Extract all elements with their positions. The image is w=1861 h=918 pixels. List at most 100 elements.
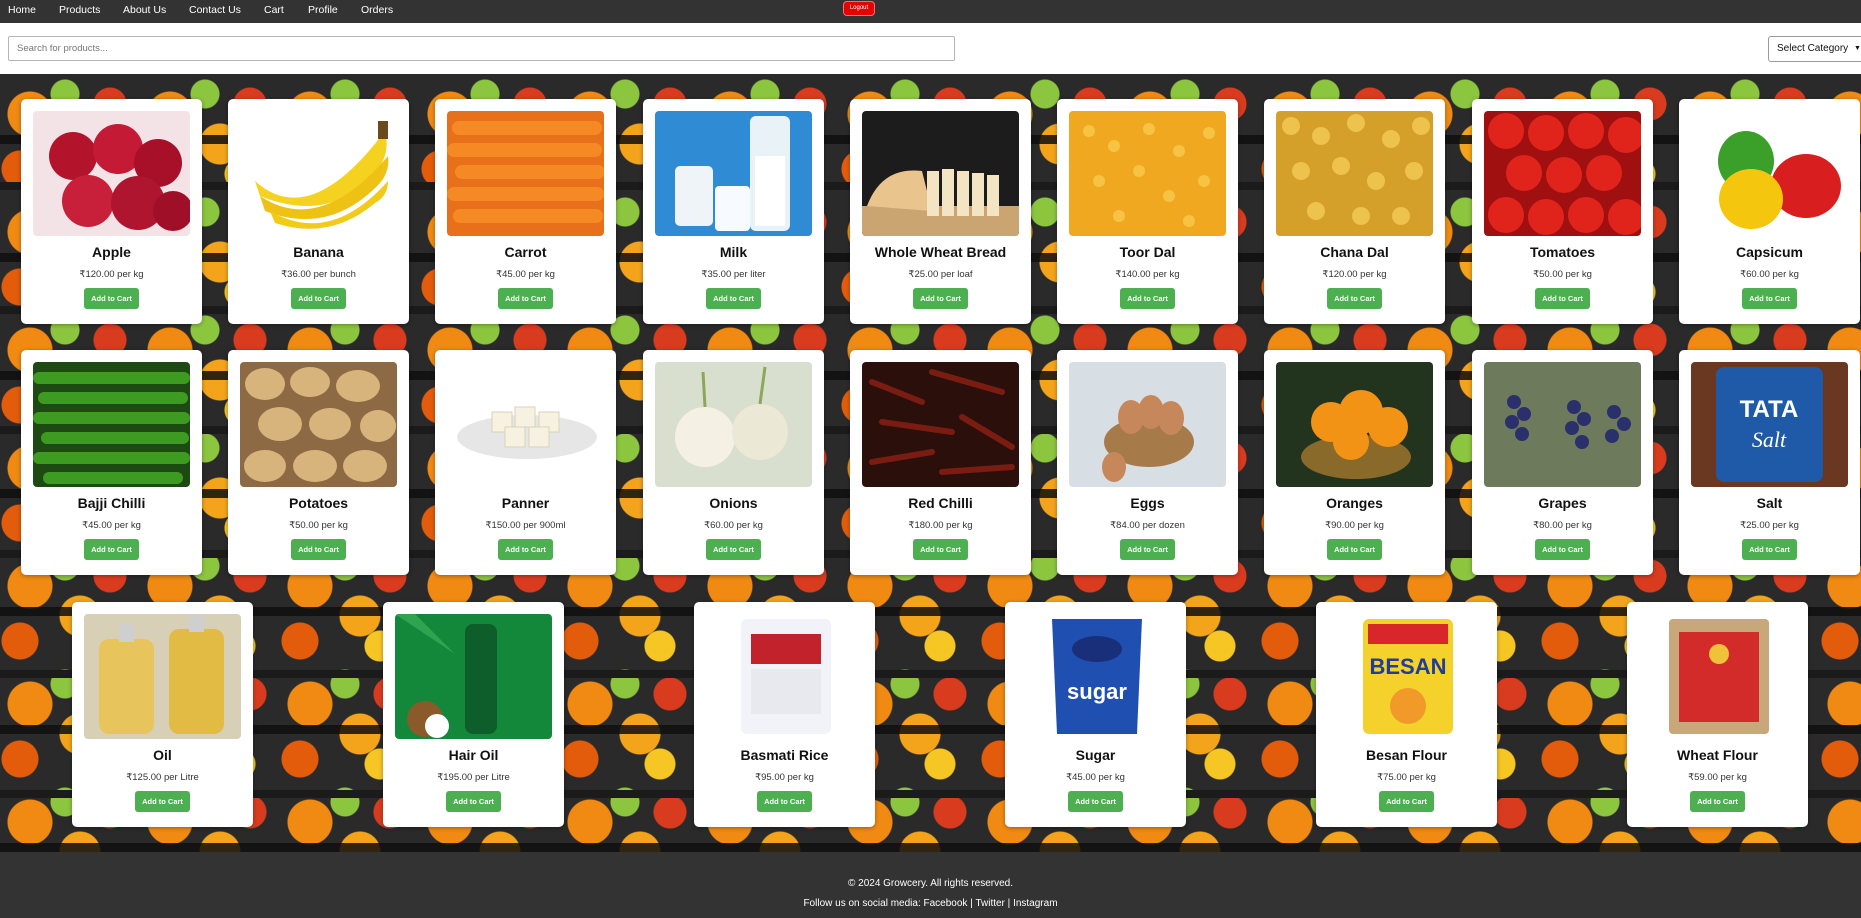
capsicum-image [1691, 111, 1848, 236]
nav-home-link[interactable]: Home [8, 4, 36, 17]
product-card: Wheat Flour ₹59.00 per kg Add to Cart [1627, 602, 1808, 827]
product-card: Grapes ₹80.00 per kg Add to Cart [1472, 350, 1653, 575]
nav-contact-link[interactable]: Contact Us [189, 4, 241, 17]
product-price: ₹140.00 per kg [1115, 269, 1180, 280]
product-card: Bajji Chilli ₹45.00 per kg Add to Cart [21, 350, 202, 575]
product-price: ₹75.00 per kg [1377, 772, 1436, 783]
footer-separator: | [1007, 898, 1011, 909]
add-to-cart-button[interactable]: Add to Cart [1535, 288, 1590, 309]
product-price: ₹195.00 per Litre [437, 772, 510, 783]
product-price: ₹120.00 per kg [79, 269, 144, 280]
nav-profile-link[interactable]: Profile [308, 4, 338, 17]
eggs-image [1069, 362, 1226, 487]
shelf-divider [0, 670, 1861, 678]
product-card: BESAN Besan Flour ₹75.00 per kg Add to Cart [1316, 602, 1497, 827]
product-card: Whole Wheat Bread ₹25.00 per loaf Add to C… [850, 99, 1031, 324]
add-to-cart-button[interactable]: Add to Cart [913, 539, 968, 560]
product-name: Onions [709, 495, 758, 511]
product-card: Onions ₹60.00 per kg Add to Cart [643, 350, 824, 575]
product-name: Chana Dal [1320, 244, 1389, 260]
add-to-cart-button[interactable]: Add to Cart [706, 539, 761, 560]
product-card: Apple ₹120.00 per kg Add to Cart [21, 99, 202, 324]
product-price: ₹80.00 per kg [1533, 520, 1592, 531]
nav-cart-link[interactable]: Cart [264, 4, 284, 17]
svg-text:Salt: Salt [1752, 427, 1787, 452]
add-to-cart-button[interactable]: Add to Cart [1068, 791, 1123, 812]
besan-flour-image: BESAN [1328, 614, 1485, 739]
product-card: Banana ₹36.00 per bunch Add to Cart [228, 99, 409, 324]
basmati-rice-image [706, 614, 863, 739]
product-name: Panner [501, 495, 550, 511]
paneer-image [447, 362, 604, 487]
svg-text:TATA: TATA [1740, 396, 1799, 423]
product-name: Toor Dal [1119, 244, 1176, 260]
nav-products-link[interactable]: Products [59, 4, 100, 17]
search-input[interactable] [8, 36, 955, 61]
product-name: Grapes [1538, 495, 1587, 511]
tomatoes-image [1484, 111, 1641, 236]
product-name: Hair Oil [448, 747, 499, 763]
add-to-cart-button[interactable]: Add to Cart [1742, 288, 1797, 309]
product-price: ₹35.00 per liter [701, 269, 766, 280]
product-price: ₹95.00 per kg [755, 772, 814, 783]
add-to-cart-button[interactable]: Add to Cart [706, 288, 761, 309]
milk-image [655, 111, 812, 236]
product-card: Basmati Rice ₹95.00 per kg Add to Cart [694, 602, 875, 827]
product-card: Hair Oil ₹195.00 per Litre Add to Cart [383, 602, 564, 827]
red-chilli-image [862, 362, 1019, 487]
product-name: Milk [719, 244, 748, 260]
product-card: Toor Dal ₹140.00 per kg Add to Cart [1057, 99, 1238, 324]
product-card: Eggs ₹84.00 per dozen Add to Cart [1057, 350, 1238, 575]
nav-orders-link[interactable]: Orders [361, 4, 393, 17]
oranges-image [1276, 362, 1433, 487]
apple-image [33, 111, 190, 236]
add-to-cart-button[interactable]: Add to Cart [498, 288, 553, 309]
add-to-cart-button[interactable]: Add to Cart [1120, 539, 1175, 560]
hair-oil-image [395, 614, 552, 739]
nav-about-link[interactable]: About Us [123, 4, 166, 17]
salt-image: TATA Salt [1691, 362, 1848, 487]
product-card: Capsicum ₹60.00 per kg Add to Cart [1679, 99, 1860, 324]
grapes-image [1484, 362, 1641, 487]
add-to-cart-button[interactable]: Add to Cart [1327, 288, 1382, 309]
toor-dal-image [1069, 111, 1226, 236]
logout-button[interactable]: Logout [843, 1, 875, 16]
add-to-cart-button[interactable]: Add to Cart [291, 288, 346, 309]
product-name: Banana [293, 244, 344, 260]
twitter-link[interactable]: Twitter [975, 898, 1004, 909]
add-to-cart-button[interactable]: Add to Cart [757, 791, 812, 812]
shelf-divider [0, 790, 1861, 798]
add-to-cart-button[interactable]: Add to Cart [1535, 539, 1590, 560]
add-to-cart-button[interactable]: Add to Cart [913, 288, 968, 309]
add-to-cart-button[interactable]: Add to Cart [1690, 791, 1745, 812]
product-card: sugar Sugar ₹45.00 per kg Add to Cart [1005, 602, 1186, 827]
add-to-cart-button[interactable]: Add to Cart [446, 791, 501, 812]
add-to-cart-button[interactable]: Add to Cart [1379, 791, 1434, 812]
product-price: ₹59.00 per kg [1688, 772, 1747, 783]
add-to-cart-button[interactable]: Add to Cart [135, 791, 190, 812]
svg-text:BESAN: BESAN [1369, 654, 1446, 679]
footer: © 2024 Growcery. All rights reserved. Fo… [0, 852, 1861, 918]
add-to-cart-button[interactable]: Add to Cart [1742, 539, 1797, 560]
category-select[interactable]: Select Category ▼ [1768, 36, 1861, 62]
add-to-cart-button[interactable]: Add to Cart [84, 539, 139, 560]
product-price: ₹25.00 per loaf [908, 269, 973, 280]
add-to-cart-button[interactable]: Add to Cart [291, 539, 346, 560]
product-name: Oranges [1326, 495, 1383, 511]
bajji-chilli-image [33, 362, 190, 487]
product-name: Whole Wheat Bread [874, 244, 1007, 260]
footer-separator: | [970, 898, 973, 909]
add-to-cart-button[interactable]: Add to Cart [84, 288, 139, 309]
product-price: ₹150.00 per 900ml [485, 520, 566, 531]
search-bar: Select Category ▼ [0, 23, 1861, 74]
product-price: ₹84.00 per dozen [1110, 520, 1185, 531]
product-name: Carrot [504, 244, 547, 260]
add-to-cart-button[interactable]: Add to Cart [498, 539, 553, 560]
banana-image [240, 111, 397, 236]
instagram-link[interactable]: Instagram [1013, 898, 1057, 909]
wheat-flour-image [1639, 614, 1796, 739]
add-to-cart-button[interactable]: Add to Cart [1327, 539, 1382, 560]
product-card: Oranges ₹90.00 per kg Add to Cart [1264, 350, 1445, 575]
facebook-link[interactable]: Facebook [924, 898, 968, 909]
add-to-cart-button[interactable]: Add to Cart [1120, 288, 1175, 309]
